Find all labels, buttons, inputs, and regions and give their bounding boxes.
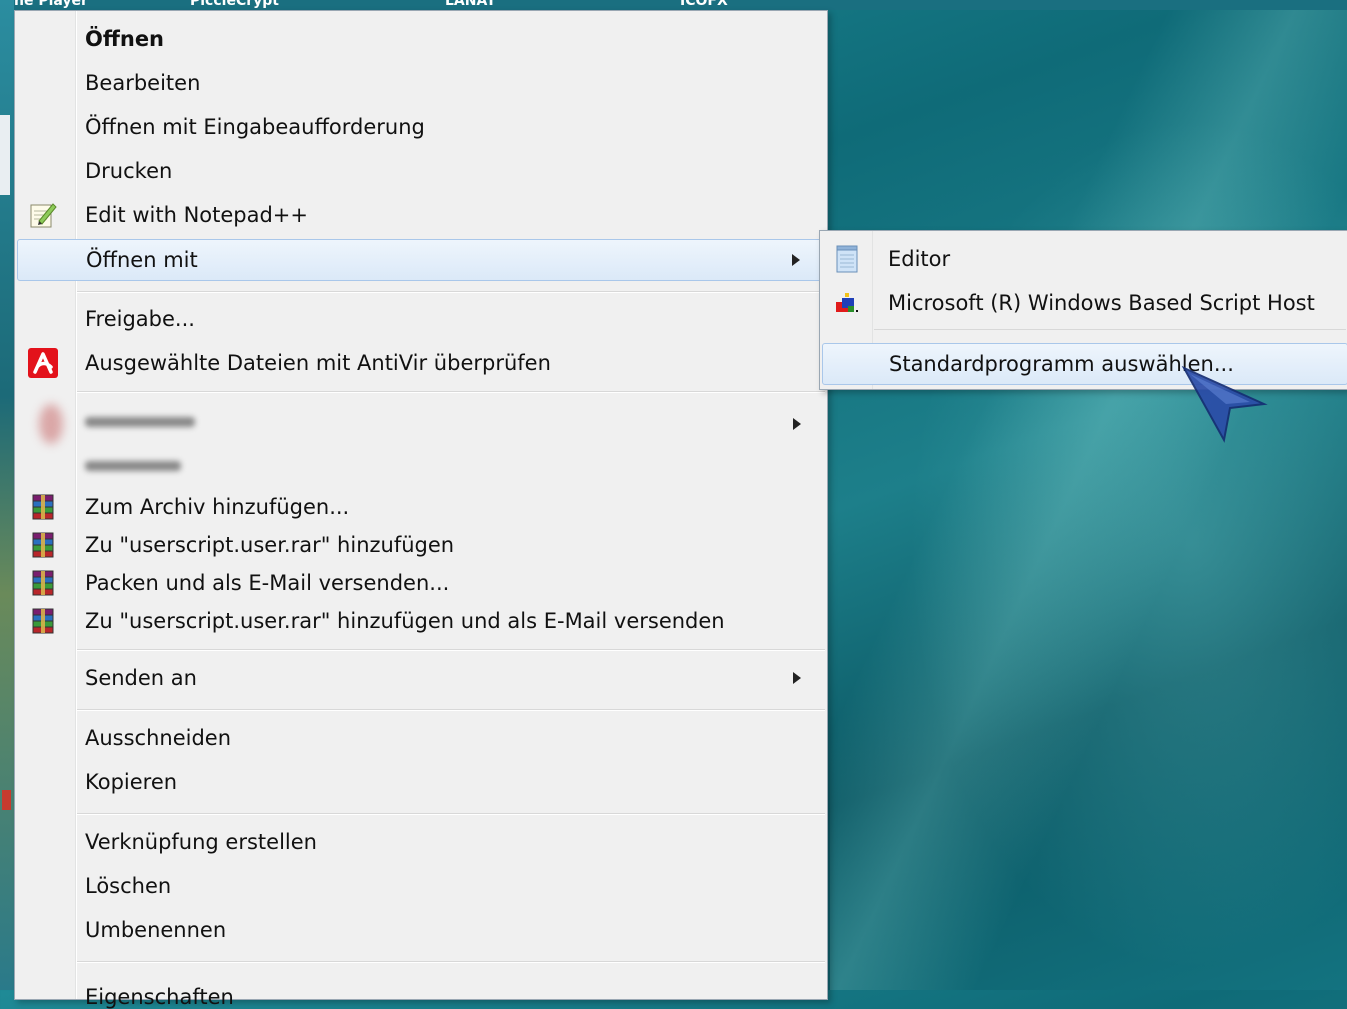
menu-item-label: Ausschneiden (85, 726, 232, 750)
menu-item-label: Öffnen mit (86, 248, 198, 272)
menu-item-label: Zum Archiv hinzufügen... (85, 495, 350, 519)
menu-item-blurred[interactable] (17, 445, 825, 485)
menu-item-label: Umbenennen (85, 918, 227, 942)
winrar-icon (27, 529, 59, 561)
menu-item-copy[interactable]: Kopieren (17, 762, 825, 802)
menu-separator (77, 813, 825, 815)
menu-item-label: Öffnen mit Eingabeaufforderung (85, 115, 425, 139)
menu-item-label: Öffnen (85, 27, 165, 51)
menu-item-properties[interactable]: Eigenschaften (17, 969, 825, 1009)
desktop-icon-label[interactable]: ne Player (14, 0, 88, 9)
desktop-icon-label[interactable]: ICOFX (680, 0, 728, 9)
submenu-arrow-icon (792, 254, 800, 266)
menu-item-label: Eigenschaften (85, 985, 234, 1009)
submenu-arrow-icon (793, 418, 801, 430)
menu-item-pack-and-email[interactable]: Packen und als E-Mail versenden... (17, 564, 825, 602)
antivir-icon (27, 347, 59, 379)
menu-item-send-to[interactable]: Senden an (17, 658, 825, 698)
menu-item-antivir-scan[interactable]: Ausgewählte Dateien mit AntiVir überprüf… (17, 343, 825, 383)
submenu-item-label: Editor (888, 247, 951, 271)
winrar-icon (27, 605, 59, 637)
menu-item-open-with-command-prompt[interactable]: Öffnen mit Eingabeaufforderung (17, 107, 825, 147)
menu-item-label: Zu "userscript.user.rar" hinzufügen (85, 533, 455, 557)
blurred-label (85, 461, 181, 471)
menu-item-label: Ausgewählte Dateien mit AntiVir überprüf… (85, 351, 551, 375)
menu-separator (77, 961, 825, 963)
background-window-detail (2, 790, 11, 810)
menu-separator (77, 649, 825, 651)
menu-item-add-to-archive[interactable]: Zum Archiv hinzufügen... (17, 488, 825, 526)
menu-item-label: Kopieren (85, 770, 178, 794)
menu-item-delete[interactable]: Löschen (17, 866, 825, 906)
menu-item-add-to-rar[interactable]: Zu "userscript.user.rar" hinzufügen (17, 526, 825, 564)
menu-item-create-shortcut[interactable]: Verknüpfung erstellen (17, 822, 825, 862)
submenu-item-editor[interactable]: Editor (822, 239, 1347, 279)
submenu-arrow-icon (793, 672, 801, 684)
menu-separator (77, 709, 825, 711)
menu-item-cut[interactable]: Ausschneiden (17, 718, 825, 758)
menu-item-share[interactable]: Freigabe... (17, 299, 825, 339)
script-host-icon (832, 288, 862, 318)
submenu-item-label: Microsoft (R) Windows Based Script Host (888, 291, 1315, 315)
desktop-icon-labels: ne Player PiccleCrypt LANAT ICOFX (0, 0, 1347, 10)
menu-item-label: Verknüpfung erstellen (85, 830, 317, 854)
menu-item-label: Senden an (85, 666, 197, 690)
menu-item-label: Packen und als E-Mail versenden... (85, 571, 450, 595)
notepad-plus-plus-icon (27, 199, 59, 231)
menu-item-label: Löschen (85, 874, 172, 898)
menu-item-blurred[interactable] (17, 401, 825, 447)
desktop-sheen (830, 0, 1347, 990)
menu-item-open-with[interactable]: Öffnen mit (17, 239, 825, 281)
submenu-separator (874, 329, 1346, 330)
desktop-icon-label[interactable]: LANAT (445, 0, 496, 9)
menu-item-label: Bearbeiten (85, 71, 201, 95)
menu-item-add-to-rar-and-email[interactable]: Zu "userscript.user.rar" hinzufügen und … (17, 602, 825, 640)
menu-item-label: Edit with Notepad++ (85, 203, 309, 227)
background-window-edge (0, 0, 14, 990)
context-menu: Öffnen Bearbeiten Öffnen mit Eingabeauff… (14, 10, 828, 1009)
menu-item-rename[interactable]: Umbenennen (17, 910, 825, 950)
menu-item-label: Zu "userscript.user.rar" hinzufügen und … (85, 609, 725, 633)
menu-item-label: Drucken (85, 159, 173, 183)
menu-item-edit-with-notepad-plus-plus[interactable]: Edit with Notepad++ (17, 195, 825, 235)
blurred-label (85, 417, 195, 427)
winrar-icon (27, 491, 59, 523)
submenu-item-windows-script-host[interactable]: Microsoft (R) Windows Based Script Host (822, 283, 1347, 323)
menu-item-edit[interactable]: Bearbeiten (17, 63, 825, 103)
mouse-cursor-icon (1181, 366, 1268, 443)
winrar-icon (27, 567, 59, 599)
notepad-icon (832, 244, 862, 274)
background-window-panel (0, 115, 10, 195)
menu-separator (77, 391, 825, 393)
menu-item-open[interactable]: Öffnen (17, 19, 825, 59)
menu-item-label: Freigabe... (85, 307, 195, 331)
menu-item-print[interactable]: Drucken (17, 151, 825, 191)
desktop-icon-label[interactable]: PiccleCrypt (190, 0, 279, 9)
blurred-icon (39, 404, 63, 444)
menu-separator (77, 291, 825, 293)
